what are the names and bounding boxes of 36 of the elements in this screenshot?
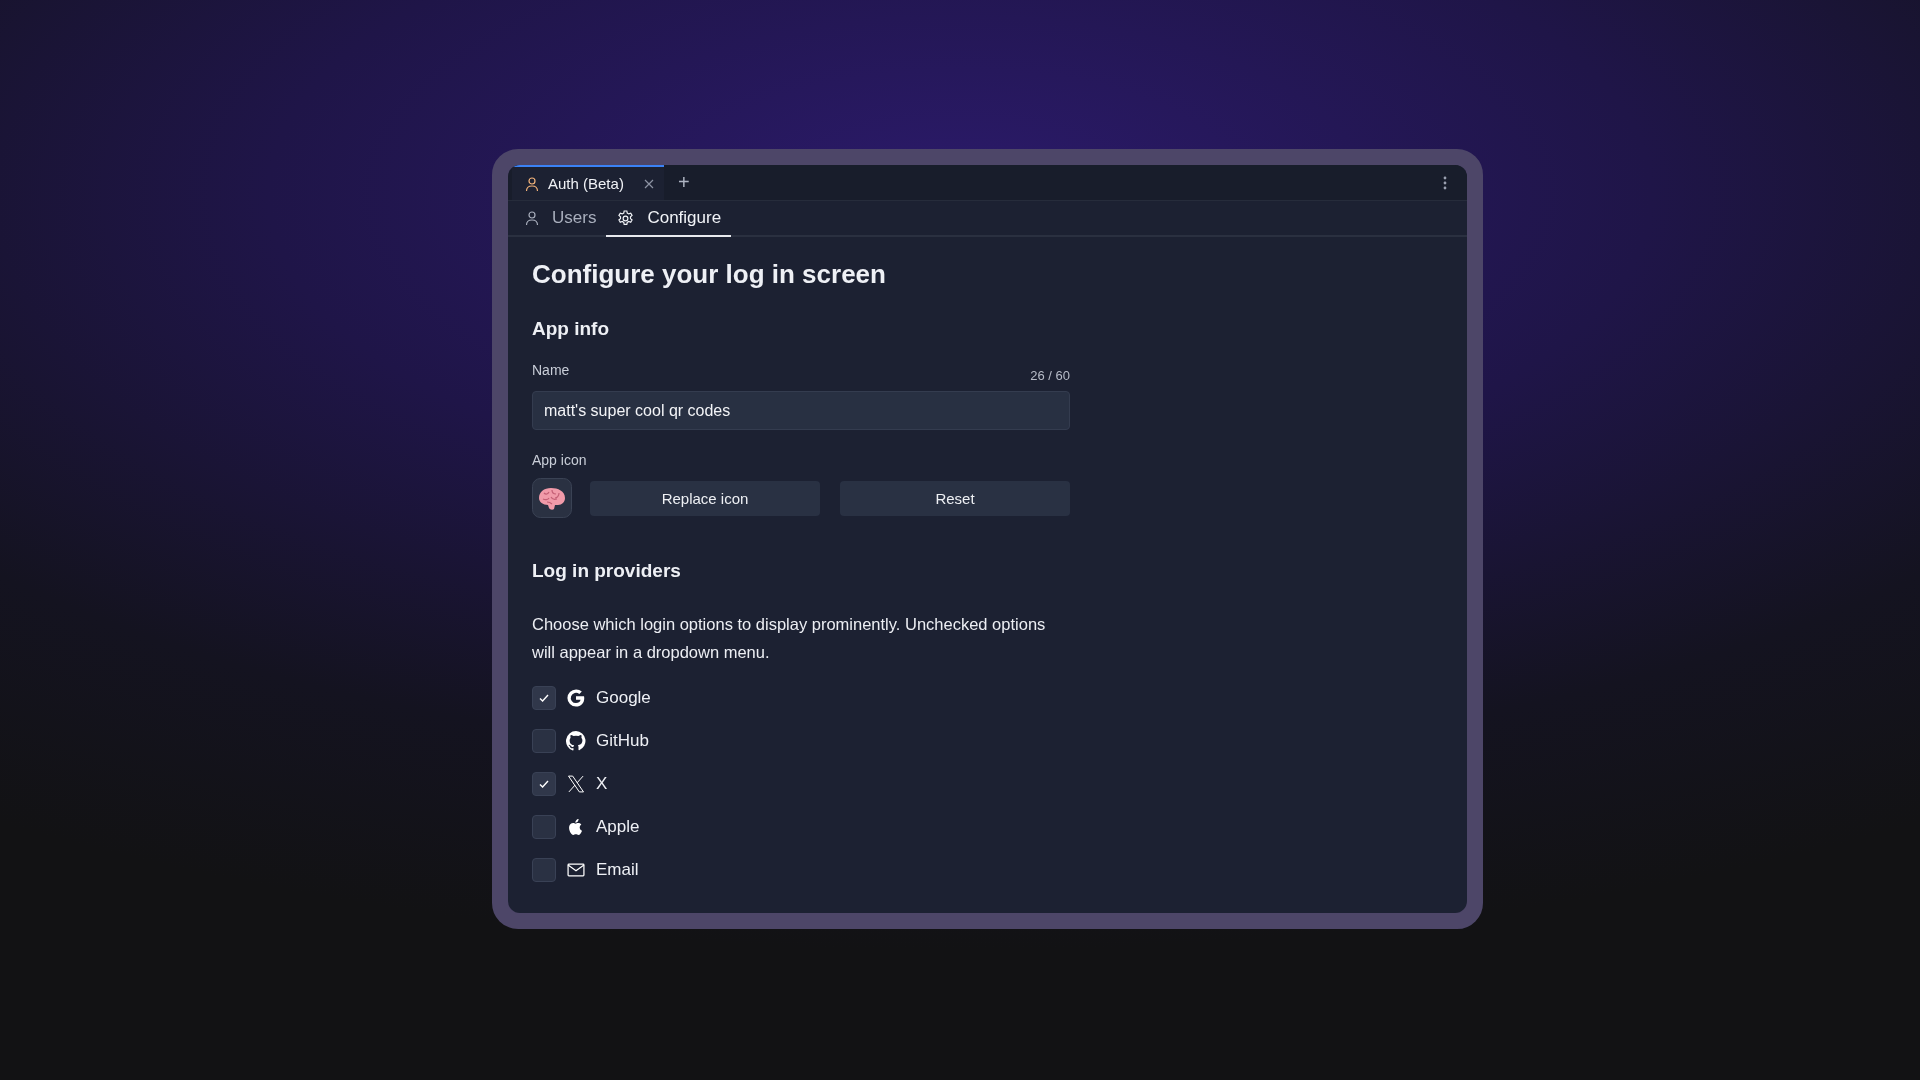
name-input-field[interactable]: matt's super cool qr codes <box>532 391 1070 430</box>
character-counter: 26 / 60 <box>1030 368 1070 383</box>
new-tab-button[interactable]: + <box>663 165 704 201</box>
description-text: Choose which login options to display prominently. Unchecked options will appear in a dropdown menu. <box>532 614 1047 663</box>
field-label: App icon <box>532 452 588 468</box>
user-icon <box>524 210 540 227</box>
checkbox[interactable] <box>532 771 556 796</box>
action-button[interactable]: Reset <box>840 480 1070 516</box>
subtab[interactable]: Users <box>514 201 607 237</box>
provider-label: X <box>596 773 608 794</box>
close-icon[interactable] <box>643 178 654 189</box>
user-icon <box>524 175 540 192</box>
field-label: Name <box>532 362 570 378</box>
github-octocat-icon <box>566 730 586 751</box>
subtab-label: Users <box>552 208 597 229</box>
x-logo-icon <box>566 773 586 794</box>
settings-icon <box>616 208 636 228</box>
provider-label: Email <box>596 859 639 880</box>
checkbox[interactable] <box>532 728 556 753</box>
provider-label: Apple <box>596 816 640 837</box>
section-heading: Log in providers <box>532 560 682 582</box>
section-heading: App info <box>532 318 611 340</box>
checkbox[interactable] <box>532 857 556 882</box>
google-g-icon <box>566 687 586 708</box>
provider-label: Google <box>596 687 651 708</box>
subtab-label: Configure <box>647 208 722 229</box>
page-title: Configure your log in screen <box>532 259 887 290</box>
action-button[interactable]: Replace icon <box>590 480 820 516</box>
more-options-icon[interactable] <box>1443 175 1447 190</box>
provider-label: GitHub <box>596 730 649 751</box>
brain-icon <box>532 478 572 518</box>
tab[interactable]: Auth (Beta) <box>512 165 664 201</box>
checkbox[interactable] <box>532 685 556 710</box>
tab-label: Auth (Beta) <box>548 175 624 193</box>
subtab[interactable]: Configure <box>606 201 732 237</box>
checkbox[interactable] <box>532 814 556 839</box>
